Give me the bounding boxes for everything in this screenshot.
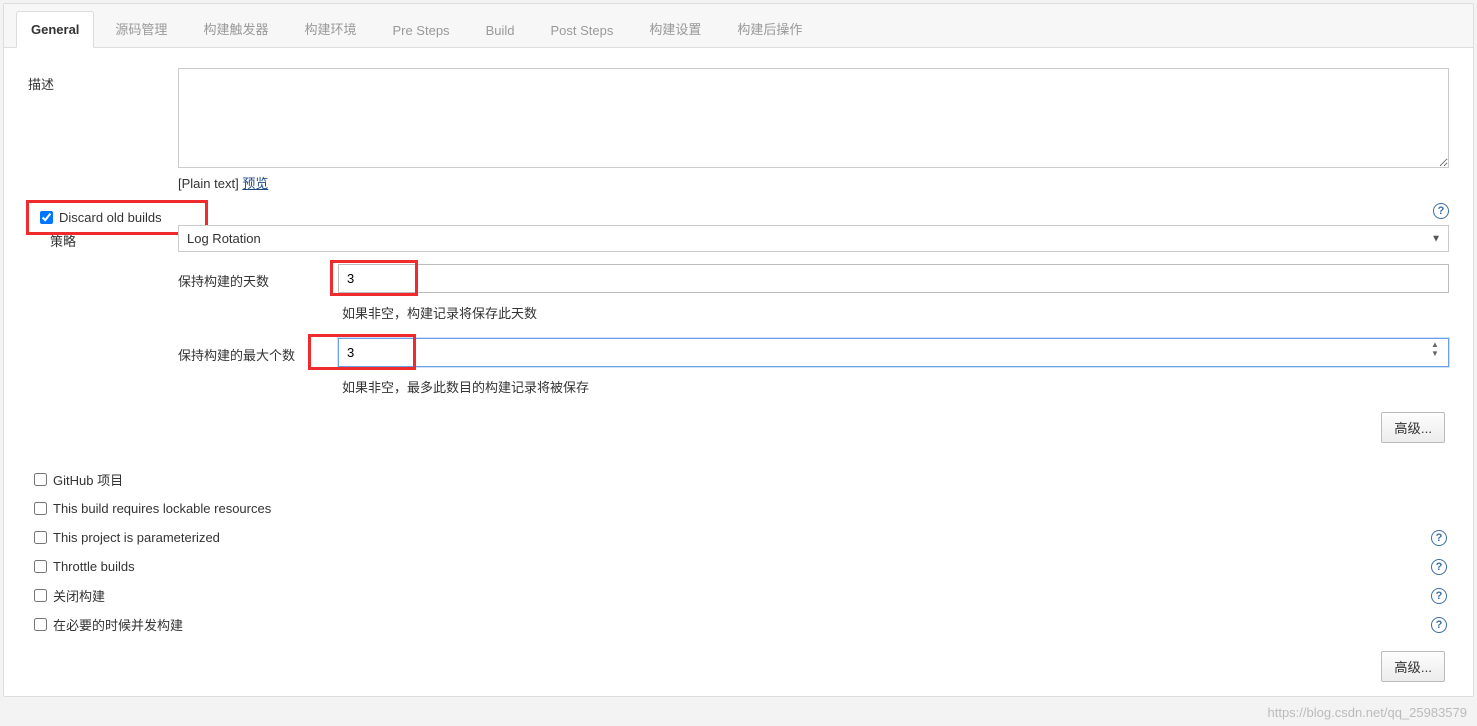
days-to-keep-label: 保持构建的天数 xyxy=(178,267,338,290)
days-to-keep-field xyxy=(338,264,1449,293)
description-format: [Plain text] 预览 xyxy=(178,173,1449,192)
description-label: 描述 xyxy=(28,68,178,93)
tabs-bar: General源码管理构建触发器构建环境Pre StepsBuildPost S… xyxy=(4,4,1473,48)
max-to-keep-field: ▲▼ xyxy=(338,338,1449,367)
discard-old-builds-label: Discard old builds xyxy=(59,210,162,225)
advanced-button[interactable]: 高级... xyxy=(1381,412,1445,443)
option-checkbox-throttle[interactable] xyxy=(34,560,47,573)
option-checkbox-disable[interactable] xyxy=(34,589,47,602)
option-row-github: GitHub 项目 xyxy=(28,465,1449,494)
discard-old-builds-checkbox[interactable] xyxy=(40,211,53,224)
tab-scm[interactable]: 源码管理 xyxy=(100,8,182,48)
strategy-label: 策略 xyxy=(28,225,178,250)
tab-postbuild[interactable]: 构建后操作 xyxy=(722,8,817,48)
option-label-param: This project is parameterized xyxy=(53,530,220,545)
description-textarea[interactable] xyxy=(178,68,1449,168)
option-row-lockable: This build requires lockable resources xyxy=(28,494,1449,523)
option-label-throttle: Throttle builds xyxy=(53,559,135,574)
option-row-throttle: Throttle builds? xyxy=(28,552,1449,581)
tab-pre[interactable]: Pre Steps xyxy=(377,12,464,48)
option-row-param: This project is parameterized? xyxy=(28,523,1449,552)
option-list: GitHub 项目 This build requires lockable re… xyxy=(28,465,1449,639)
days-to-keep-hint: 如果非空，构建记录将保存此天数 xyxy=(338,293,1449,326)
preview-link[interactable]: 预览 xyxy=(242,176,268,191)
help-icon[interactable]: ? xyxy=(1431,530,1447,546)
spinner-up-icon[interactable]: ▲ xyxy=(1431,340,1445,349)
option-label-disable: 关闭构建 xyxy=(53,586,105,605)
tab-settings[interactable]: 构建设置 xyxy=(634,8,716,48)
help-icon[interactable]: ? xyxy=(1433,203,1449,219)
tab-triggers[interactable]: 构建触发器 xyxy=(188,8,283,48)
tab-general[interactable]: General xyxy=(16,11,94,48)
max-to-keep-input[interactable] xyxy=(338,338,1449,367)
tab-post[interactable]: Post Steps xyxy=(535,12,628,48)
option-row-concurrent: 在必要的时候并发构建? xyxy=(28,610,1449,639)
option-checkbox-param[interactable] xyxy=(34,531,47,544)
watermark: https://blog.csdn.net/qq_25983579 xyxy=(1268,705,1468,720)
max-to-keep-hint: 如果非空，最多此数目的构建记录将被保存 xyxy=(338,367,1449,400)
option-label-concurrent: 在必要的时候并发构建 xyxy=(53,615,183,634)
panel-body: 描述 [Plain text] 预览 Discard old builds ? … xyxy=(4,48,1473,696)
option-label-github: GitHub 项目 xyxy=(53,470,123,489)
days-to-keep-input[interactable] xyxy=(338,264,1449,293)
max-to-keep-row: 保持构建的最大个数 ▲▼ xyxy=(178,338,1449,367)
number-spinner[interactable]: ▲▼ xyxy=(1431,340,1445,358)
option-checkbox-lockable[interactable] xyxy=(34,502,47,515)
max-to-keep-label: 保持构建的最大个数 xyxy=(178,341,338,364)
strategy-field: Log Rotation ▼ xyxy=(178,225,1449,252)
option-row-disable: 关闭构建? xyxy=(28,581,1449,610)
days-to-keep-row: 保持构建的天数 xyxy=(178,264,1449,293)
log-rotation-block: 保持构建的天数 如果非空，构建记录将保存此天数 保持构建的最大个数 ▲▼ 如果非… xyxy=(178,264,1449,447)
option-checkbox-github[interactable] xyxy=(34,473,47,486)
tab-env[interactable]: 构建环境 xyxy=(289,8,371,48)
config-panel: General源码管理构建触发器构建环境Pre StepsBuildPost S… xyxy=(3,3,1474,697)
advanced-button[interactable]: 高级... xyxy=(1381,651,1445,682)
option-checkbox-concurrent[interactable] xyxy=(34,618,47,631)
description-row: 描述 [Plain text] 预览 xyxy=(28,68,1449,192)
bottom-advanced-row: 高级... xyxy=(28,639,1449,686)
description-field: [Plain text] 预览 xyxy=(178,68,1449,192)
tab-build[interactable]: Build xyxy=(471,12,530,48)
spinner-down-icon[interactable]: ▼ xyxy=(1431,349,1445,358)
help-icon[interactable]: ? xyxy=(1431,617,1447,633)
format-plain-text: [Plain text] xyxy=(178,176,242,191)
discard-advanced-row: 高级... xyxy=(178,400,1449,447)
strategy-row: 策略 Log Rotation ▼ xyxy=(28,225,1449,252)
discard-help-row: ? xyxy=(28,203,1449,219)
strategy-select[interactable]: Log Rotation xyxy=(178,225,1449,252)
help-icon[interactable]: ? xyxy=(1431,588,1447,604)
option-label-lockable: This build requires lockable resources xyxy=(53,501,271,516)
help-icon[interactable]: ? xyxy=(1431,559,1447,575)
